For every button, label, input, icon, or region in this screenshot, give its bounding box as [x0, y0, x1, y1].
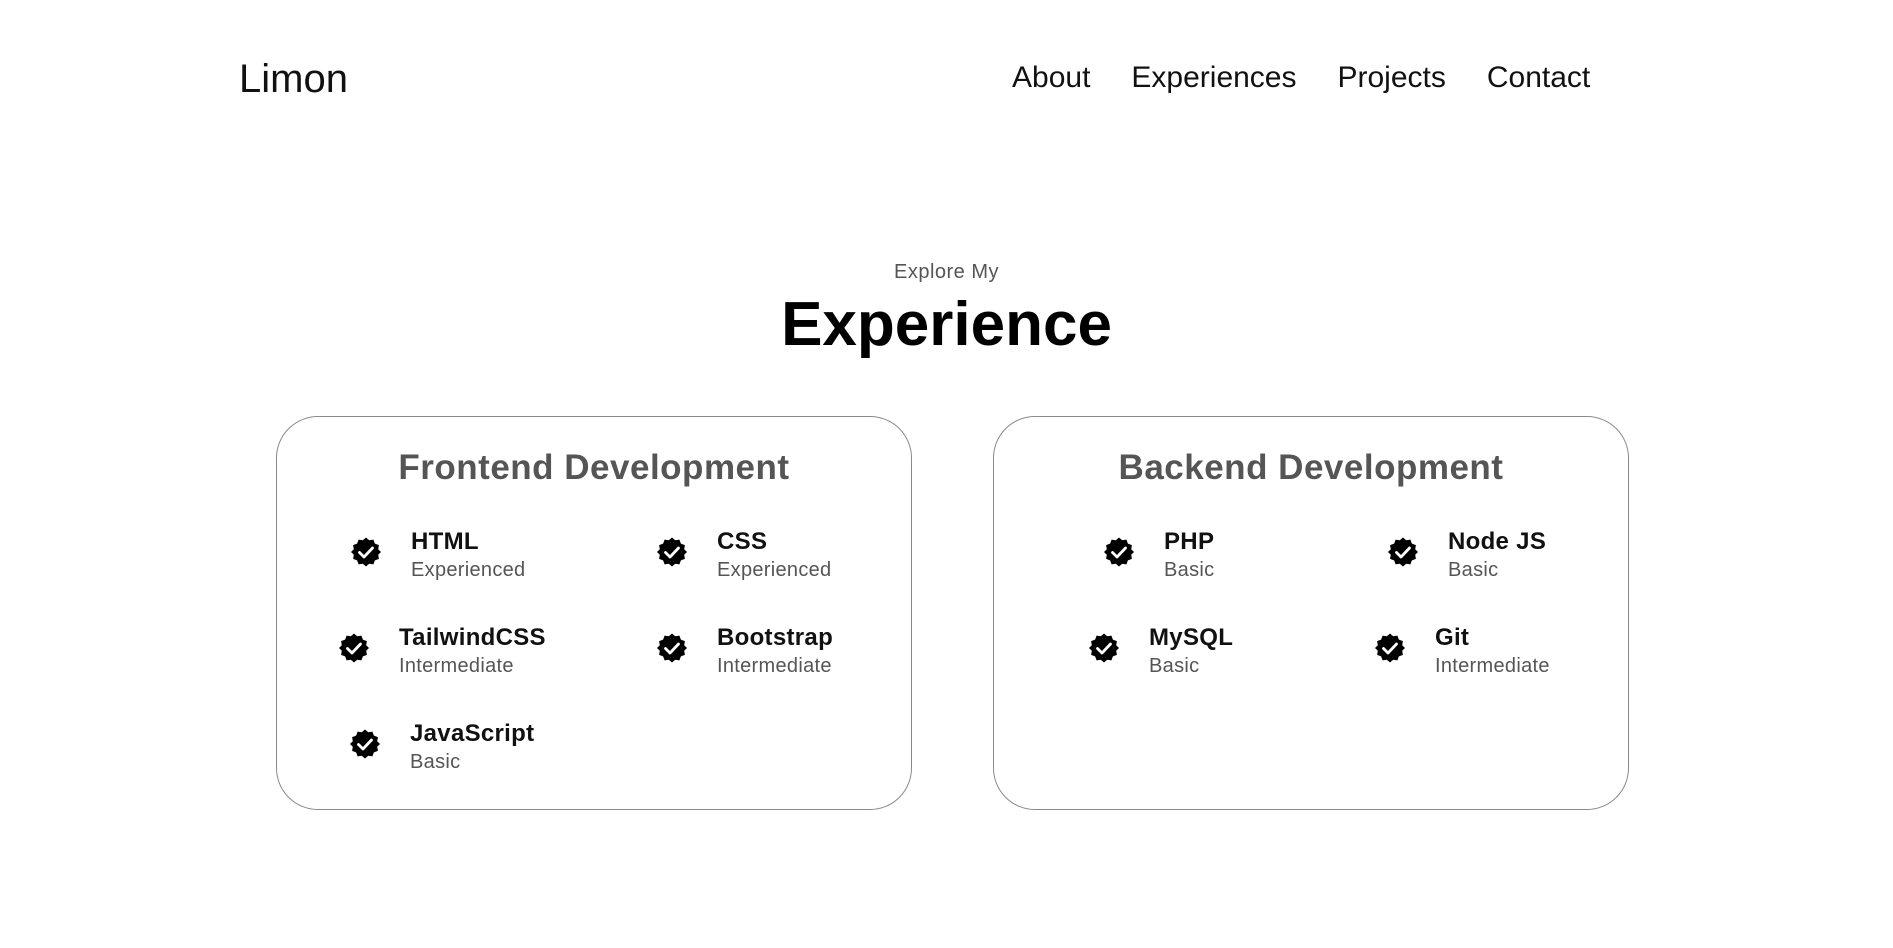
verified-check-icon [1387, 536, 1419, 568]
verified-check-icon [656, 536, 688, 568]
skill-name: CSS [717, 528, 768, 555]
skill-level: Basic [1448, 559, 1499, 581]
verified-check-icon [349, 728, 381, 760]
nav-links: About Experiences Projects Contact [1012, 60, 1590, 96]
skill-item-php: PHP Basic [1103, 528, 1214, 582]
skill-item-javascript: JavaScript Basic [349, 720, 534, 774]
verified-check-icon [656, 632, 688, 664]
nav-link-experiences[interactable]: Experiences [1131, 60, 1296, 96]
skill-level: Experienced [717, 559, 832, 581]
frontend-card: Frontend Development HTML Experienced CS… [276, 416, 912, 810]
skill-level: Intermediate [1435, 655, 1550, 677]
verified-check-icon [350, 536, 382, 568]
skill-name: MySQL [1149, 624, 1234, 651]
skill-name: JavaScript [410, 720, 535, 747]
skill-level: Intermediate [399, 655, 514, 677]
skill-level: Basic [1149, 655, 1200, 677]
nav-link-contact[interactable]: Contact [1487, 60, 1590, 96]
verified-check-icon [1374, 632, 1406, 664]
nav-link-projects[interactable]: Projects [1338, 60, 1446, 96]
skill-name: Bootstrap [717, 624, 834, 651]
skill-item-mysql: MySQL Basic [1088, 624, 1233, 678]
skill-level: Basic [1164, 559, 1215, 581]
skill-name: TailwindCSS [399, 624, 546, 651]
skill-item-git: Git Intermediate [1374, 624, 1550, 678]
card-title: Backend Development [1118, 448, 1504, 487]
skill-item-html: HTML Experienced [350, 528, 525, 582]
section-subtitle: Explore My [893, 261, 1000, 283]
verified-check-icon [338, 632, 370, 664]
skill-name: HTML [411, 528, 479, 555]
top-navigation: Limon About Experiences Projects Contact [0, 0, 1893, 160]
skill-item-bootstrap: Bootstrap Intermediate [656, 624, 833, 678]
skill-item-node-js: Node JS Basic [1387, 528, 1546, 582]
verified-check-icon [1088, 632, 1120, 664]
verified-check-icon [1103, 536, 1135, 568]
site-logo[interactable]: Limon [239, 56, 348, 102]
nav-link-about[interactable]: About [1012, 60, 1090, 96]
skill-name: PHP [1164, 528, 1215, 555]
section-title: Experience [781, 290, 1112, 359]
skill-name: Node JS [1448, 528, 1547, 555]
skill-name: Git [1435, 624, 1470, 651]
skill-item-css: CSS Experienced [656, 528, 831, 582]
card-title: Frontend Development [398, 448, 790, 487]
skill-item-tailwindcss: TailwindCSS Intermediate [338, 624, 546, 678]
skill-level: Basic [410, 751, 461, 773]
skill-level: Experienced [411, 559, 526, 581]
backend-card: Backend Development PHP Basic Node JS Ba… [993, 416, 1629, 810]
skill-level: Intermediate [717, 655, 832, 677]
